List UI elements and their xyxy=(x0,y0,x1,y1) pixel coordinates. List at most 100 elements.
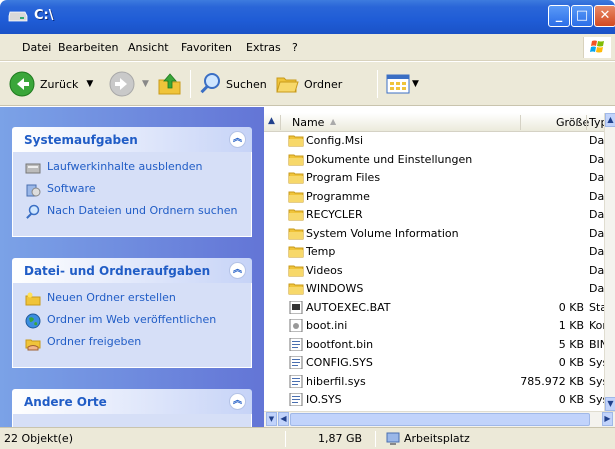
views-button[interactable]: ▼ xyxy=(386,68,419,100)
maximize-button[interactable]: □ xyxy=(571,5,593,27)
file-row[interactable]: WINDOWS Dat xyxy=(264,281,609,296)
file-row[interactable]: CONFIG.SYS 0 KB Sys xyxy=(264,355,608,370)
file-row[interactable]: Videos Dat xyxy=(264,263,609,278)
menu-help[interactable]: ? xyxy=(292,41,298,54)
back-arrow-icon xyxy=(9,71,35,97)
file-tasks-header[interactable]: Datei- und Ordneraufgaben ︽ xyxy=(12,258,252,283)
file-size: 785.972 KB xyxy=(520,374,584,388)
scroll-up-marker: ▲ xyxy=(268,116,275,126)
folders-button[interactable]: Ordner xyxy=(274,68,342,100)
column-divider xyxy=(586,115,587,130)
column-name[interactable]: Name xyxy=(292,116,324,129)
horizontal-scrollbar[interactable]: ▼ ◀ ▶ xyxy=(264,411,615,427)
column-divider xyxy=(280,115,281,130)
other-places-header[interactable]: Andere Orte ︽ xyxy=(12,389,252,414)
folder-icon xyxy=(288,282,304,295)
status-location: Arbeitsplatz xyxy=(404,432,470,445)
task-share-folder[interactable]: Ordner freigeben xyxy=(25,335,241,351)
file-icon xyxy=(288,374,304,388)
minimize-button[interactable]: _ xyxy=(548,5,570,27)
maximize-icon: □ xyxy=(575,8,589,23)
task-search-files[interactable]: Nach Dateien und Ordnern suchen xyxy=(25,204,241,220)
file-row[interactable]: Config.Msi Dat xyxy=(264,133,609,148)
file-name: hiberfil.sys xyxy=(306,374,366,388)
folders-icon xyxy=(276,77,299,93)
share-folder-icon xyxy=(25,339,41,351)
folder-icon xyxy=(288,134,304,147)
file-row[interactable]: Dokumente und Einstellungen Dat xyxy=(264,152,609,167)
scroll-up-icon[interactable]: ▲ xyxy=(605,113,615,127)
collapse-chevron-icon[interactable]: ︽ xyxy=(229,131,246,148)
status-divider xyxy=(375,431,376,447)
window-title: C:\ xyxy=(34,8,54,23)
file-row[interactable]: RECYCLER Dat xyxy=(264,207,609,222)
task-new-folder[interactable]: Neuen Ordner erstellen xyxy=(25,291,241,307)
column-size[interactable]: Größe xyxy=(556,116,589,129)
scroll-down-icon[interactable]: ▼ xyxy=(605,397,615,411)
collapse-chevron-icon[interactable]: ︽ xyxy=(229,262,246,279)
scroll-thumb[interactable] xyxy=(290,413,590,426)
software-icon xyxy=(26,184,41,197)
close-button[interactable]: ✕ xyxy=(594,5,615,27)
task-software[interactable]: Software xyxy=(25,182,241,198)
file-row[interactable]: IO.SYS 0 KB Sys xyxy=(264,392,608,407)
toolbar-separator xyxy=(190,70,191,98)
globe-icon xyxy=(25,313,41,329)
task-hide-drive-contents[interactable]: Laufwerkinhalte ausblenden xyxy=(25,160,241,176)
title-bar[interactable]: C:\ _ □ ✕ xyxy=(0,0,615,34)
forward-dropdown-icon[interactable]: ▼ xyxy=(142,79,149,89)
back-button[interactable]: Zurück ▼ xyxy=(8,68,93,100)
back-dropdown-icon[interactable]: ▼ xyxy=(86,79,93,89)
up-folder-button[interactable] xyxy=(156,68,184,100)
other-places-panel: Andere Orte ︽ xyxy=(12,389,252,427)
task-label: Software xyxy=(47,182,96,195)
file-name: Videos xyxy=(306,263,343,277)
file-icon xyxy=(288,392,304,407)
close-icon: ✕ xyxy=(599,8,611,23)
file-row[interactable]: System Volume Information Dat xyxy=(264,226,609,241)
settings-file-icon xyxy=(288,318,304,333)
search-label: Suchen xyxy=(226,77,267,91)
menu-bearbeiten[interactable]: Bearbeiten xyxy=(58,41,118,54)
menu-extras[interactable]: Extras xyxy=(246,41,281,54)
file-name: boot.ini xyxy=(306,319,348,332)
file-name: System Volume Information xyxy=(306,226,459,240)
file-row[interactable]: hiberfil.sys 785.972 KB Sys xyxy=(264,374,608,389)
file-row[interactable]: bootfont.bin 5 KB BIN xyxy=(264,337,608,352)
collapse-chevron-icon[interactable]: ︽ xyxy=(229,393,246,410)
file-row[interactable]: Programme Dat xyxy=(264,189,609,204)
scroll-right-icon[interactable]: ▶ xyxy=(602,412,613,426)
task-label: Neuen Ordner erstellen xyxy=(47,291,176,304)
vertical-scrollbar[interactable]: ▲ ▼ xyxy=(604,113,615,411)
file-name: WINDOWS xyxy=(306,282,364,295)
file-tasks-body: Neuen Ordner erstellen Ordner im Web ver… xyxy=(12,283,252,368)
file-name: IO.SYS xyxy=(306,393,342,406)
forward-button[interactable]: ▼ xyxy=(108,68,149,100)
status-bar: 22 Objekt(e) 1,87 GB Arbeitsplatz xyxy=(0,427,615,449)
menu-ansicht[interactable]: Ansicht xyxy=(128,41,169,54)
file-icon xyxy=(288,355,304,370)
views-dropdown-icon[interactable]: ▼ xyxy=(412,79,419,89)
hide-contents-icon xyxy=(25,163,41,174)
folder-icon xyxy=(288,208,304,221)
task-publish-web[interactable]: Ordner im Web veröffentlichen xyxy=(25,313,241,329)
forward-arrow-icon xyxy=(109,71,135,97)
status-divider xyxy=(285,431,286,447)
system-tasks-header[interactable]: Systemaufgaben ︽ xyxy=(12,127,252,152)
toolbar: Zurück ▼ ▼ Suchen Ordner ▼ xyxy=(0,62,615,106)
file-row[interactable]: Temp Dat xyxy=(264,244,609,259)
file-row[interactable]: AUTOEXEC.BAT 0 KB Sta xyxy=(264,300,607,315)
file-name: Program Files xyxy=(306,171,381,184)
system-tasks-body: Laufwerkinhalte ausblenden Software Nach… xyxy=(12,152,252,237)
menu-favoriten[interactable]: Favoriten xyxy=(181,41,232,54)
scroll-left-icon[interactable]: ◀ xyxy=(278,412,289,426)
file-name: Config.Msi xyxy=(306,134,364,147)
collapse-scroll-icon[interactable]: ▼ xyxy=(266,412,277,426)
file-row[interactable]: Program Files Dat xyxy=(264,170,609,185)
menu-datei[interactable]: Datei xyxy=(22,41,51,54)
search-button[interactable]: Suchen xyxy=(197,68,267,100)
file-row[interactable]: boot.ini 1 KB Kor xyxy=(264,318,607,333)
file-size: 0 KB xyxy=(558,300,584,314)
task-label: Ordner freigeben xyxy=(47,335,142,348)
other-places-body xyxy=(12,414,252,427)
